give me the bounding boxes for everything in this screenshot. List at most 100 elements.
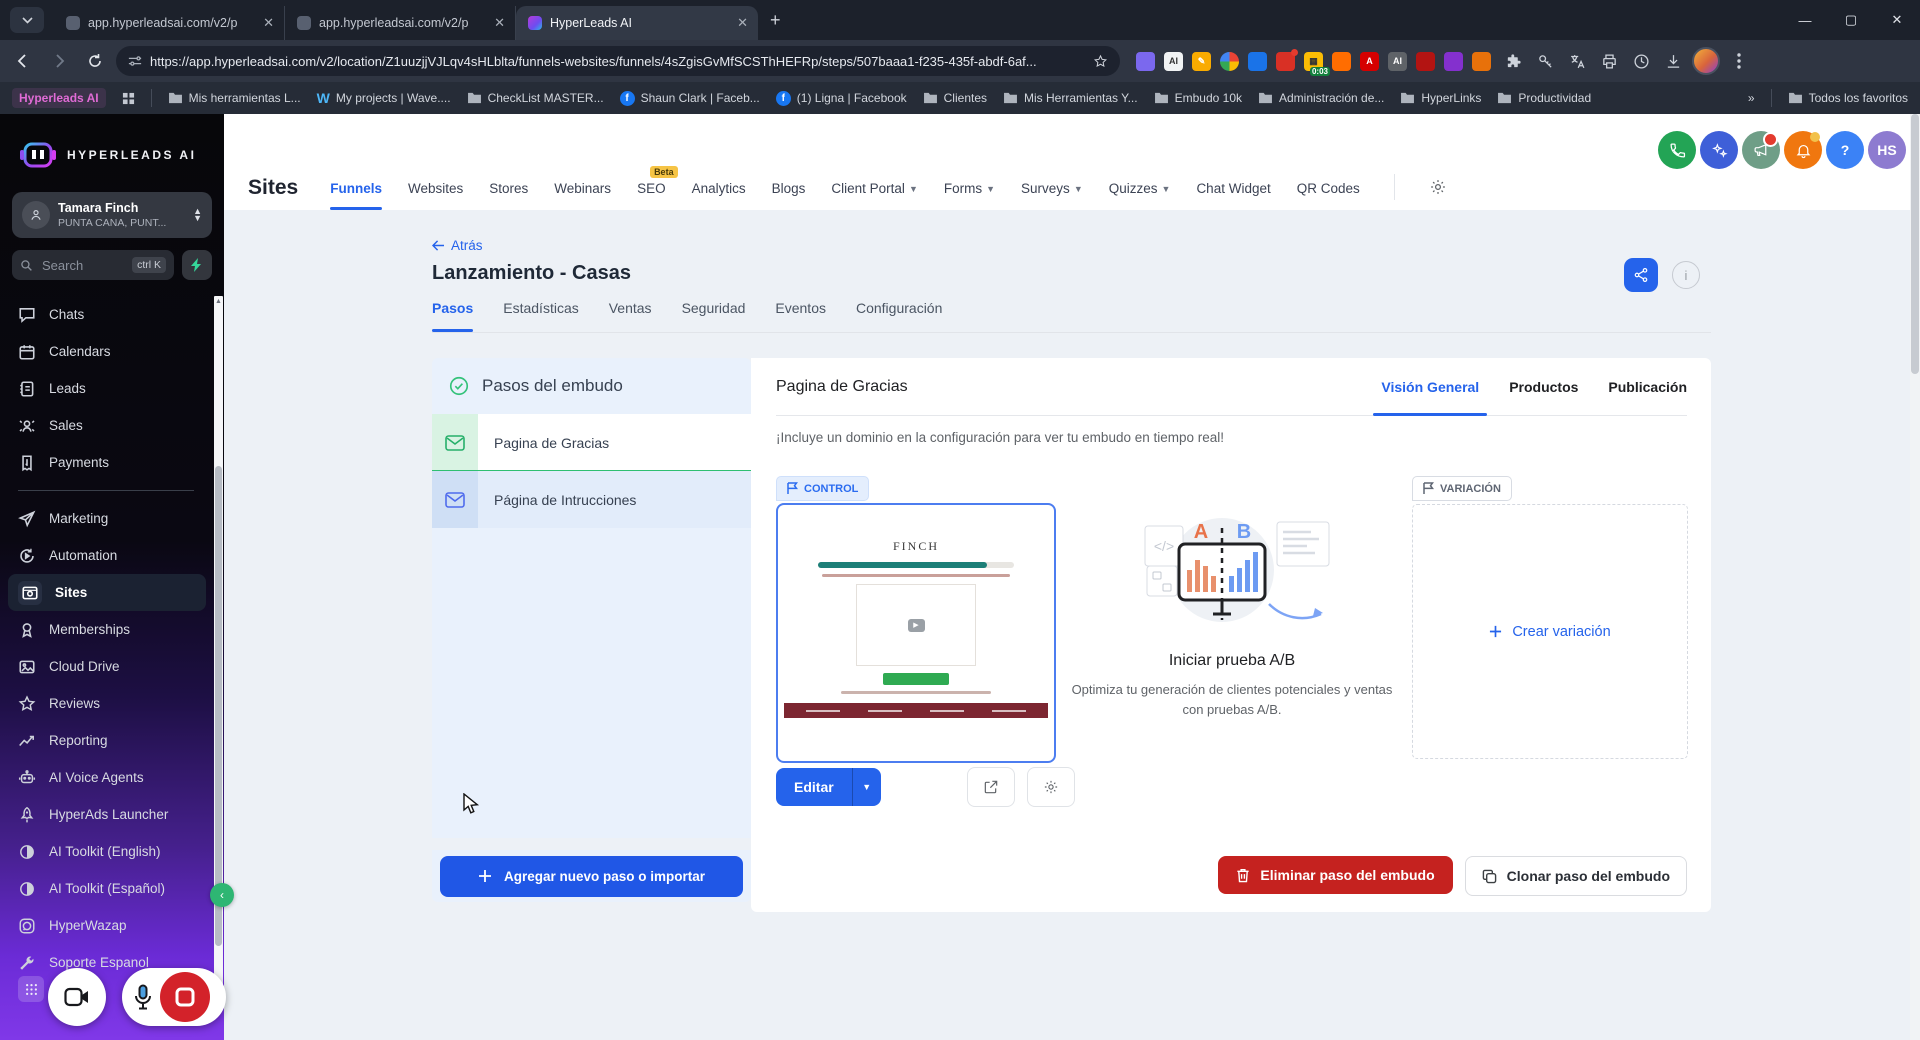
scroll-up-icon[interactable]: ▲: [214, 298, 223, 305]
edit-dropdown-caret[interactable]: ▼: [852, 768, 881, 806]
bookmark-item[interactable]: Mis Herramientas Y...: [1003, 91, 1138, 105]
sidebar-item-sites[interactable]: Sites: [8, 574, 206, 611]
tab-analytics[interactable]: Analytics: [692, 181, 746, 200]
browser-tab-1[interactable]: app.hyperleadsai.com/v2/previe ✕: [54, 6, 285, 40]
extension-icon[interactable]: A: [1360, 52, 1379, 71]
extension-icon[interactable]: [1332, 52, 1351, 71]
sidebar-item-ai-voice-agents[interactable]: AI Voice Agents: [0, 759, 212, 796]
bookmark-item[interactable]: CheckList MASTER...: [467, 91, 604, 105]
browser-profile-avatar[interactable]: [1692, 47, 1720, 75]
all-favorites[interactable]: Todos los favoritos: [1788, 91, 1908, 105]
scrollbar-thumb[interactable]: [215, 466, 222, 946]
extension-icon[interactable]: [1220, 52, 1239, 71]
sidebar-item-marketing[interactable]: Marketing: [0, 500, 212, 537]
back-icon[interactable]: [8, 46, 38, 76]
bookmark-item[interactable]: Administración de...: [1258, 91, 1384, 105]
tab-estadisticas[interactable]: Estadísticas: [503, 300, 578, 332]
sidebar-item-hyperwazap[interactable]: HyperWazap: [0, 907, 212, 944]
tab-publicacion[interactable]: Publicación: [1608, 358, 1687, 415]
microphone-icon[interactable]: [134, 984, 152, 1010]
sidebar-item-reviews[interactable]: Reviews: [0, 685, 212, 722]
step-item-pagina-de-gracias[interactable]: Pagina de Gracias: [432, 414, 751, 471]
sidebar-item-hyperads-launcher[interactable]: HyperAds Launcher: [0, 796, 212, 833]
notifications-button[interactable]: [1784, 131, 1822, 169]
info-button[interactable]: i: [1672, 261, 1700, 289]
extension-icon[interactable]: [1136, 52, 1155, 71]
tab-chat-widget[interactable]: Chat Widget: [1196, 181, 1270, 200]
print-icon[interactable]: [1596, 48, 1622, 74]
search-input[interactable]: [40, 257, 114, 274]
announcements-button[interactable]: [1742, 131, 1780, 169]
extension-icon[interactable]: ✎: [1192, 52, 1211, 71]
tab-forms[interactable]: Forms▼: [944, 181, 995, 200]
step-item-pagina-de-intrucciones[interactable]: Página de Intrucciones: [432, 471, 751, 528]
edit-button[interactable]: Editar: [776, 768, 852, 806]
extensions-puzzle-icon[interactable]: [1500, 48, 1526, 74]
sidebar-item-calendars[interactable]: Calendars: [0, 333, 212, 370]
tab-surveys[interactable]: Surveys▼: [1021, 181, 1083, 200]
sidebar-item-automation[interactable]: Automation: [0, 537, 212, 574]
bookmark-item[interactable]: HyperLinks: [1400, 91, 1481, 105]
tab-stores[interactable]: Stores: [489, 181, 528, 200]
control-page-preview[interactable]: FINCH ▶: [776, 503, 1056, 763]
bookmark-item[interactable]: Embudo 10k: [1154, 91, 1242, 105]
minimize-button[interactable]: —: [1782, 0, 1828, 40]
tab-websites[interactable]: Websites: [408, 181, 463, 200]
browser-tab-active[interactable]: HyperLeads AI ✕: [516, 6, 758, 40]
tab-productos[interactable]: Productos: [1509, 358, 1578, 415]
tab-ventas[interactable]: Ventas: [609, 300, 652, 332]
sidebar-item-ai-toolkit-espanol[interactable]: AI Toolkit (Español): [0, 870, 212, 907]
back-link[interactable]: Atrás: [432, 238, 483, 253]
extension-icon[interactable]: ▦0:03: [1304, 52, 1323, 71]
account-switcher[interactable]: Tamara Finch PUNTA CANA, PUNT... ▲▼: [12, 192, 212, 238]
maximize-button[interactable]: ▢: [1828, 0, 1874, 40]
tab-vision-general[interactable]: Visión General: [1381, 358, 1479, 415]
bookmark-item[interactable]: Mis herramientas L...: [168, 91, 301, 105]
extension-icon[interactable]: [1276, 52, 1295, 71]
tab-pasos[interactable]: Pasos: [432, 300, 473, 332]
extension-icon[interactable]: [1416, 52, 1435, 71]
step-settings-button[interactable]: [1027, 767, 1075, 807]
tab-seguridad[interactable]: Seguridad: [682, 300, 746, 332]
bookmark-item[interactable]: Clientes: [923, 91, 987, 105]
forward-icon[interactable]: [44, 46, 74, 76]
menu-kebab-icon[interactable]: [1726, 48, 1752, 74]
browser-tab-2[interactable]: app.hyperleadsai.com/v2/previe ✕: [285, 6, 516, 40]
bookmark-item[interactable]: W My projects | Wave....: [317, 90, 451, 106]
profile-chip[interactable]: HS: [1868, 131, 1906, 169]
camera-widget-button[interactable]: [48, 968, 106, 1026]
help-button[interactable]: ?: [1826, 131, 1864, 169]
extension-icon[interactable]: AI: [1164, 52, 1183, 71]
tab-webinars[interactable]: Webinars: [554, 181, 611, 200]
delete-step-button[interactable]: Eliminar paso del embudo: [1218, 856, 1452, 894]
tab-qr-codes[interactable]: QR Codes: [1297, 181, 1360, 200]
tab-client-portal[interactable]: Client Portal▼: [831, 181, 917, 200]
bookmark-star-icon[interactable]: [1093, 54, 1108, 69]
new-tab-button[interactable]: +: [770, 10, 781, 31]
sidebar-item-memberships[interactable]: Memberships: [0, 611, 212, 648]
close-button[interactable]: ✕: [1874, 0, 1920, 40]
bookmarks-overflow-chevron[interactable]: »: [1748, 91, 1755, 105]
sites-settings-gear[interactable]: [1429, 178, 1447, 200]
page-scrollbar[interactable]: [1910, 114, 1920, 1040]
reload-icon[interactable]: [80, 46, 110, 76]
extension-icon[interactable]: [1248, 52, 1267, 71]
tab-close-icon[interactable]: ✕: [494, 15, 505, 31]
sidebar-item-chats[interactable]: Chats: [0, 296, 212, 333]
bookmark-item[interactable]: Productividad: [1497, 91, 1591, 105]
translate-icon[interactable]: [1564, 48, 1590, 74]
extension-icon[interactable]: [1444, 52, 1463, 71]
sidebar-item-sales[interactable]: Sales: [0, 407, 212, 444]
edit-split-button[interactable]: Editar ▼: [776, 768, 881, 806]
extension-icon[interactable]: AI: [1388, 52, 1407, 71]
bookmark-item[interactable]: f (1) Ligna | Facebook: [776, 91, 907, 106]
share-button[interactable]: [1624, 258, 1658, 292]
url-bar[interactable]: https://app.hyperleadsai.com/v2/location…: [116, 46, 1120, 76]
tab-close-icon[interactable]: ✕: [263, 15, 274, 31]
variation-dropzone[interactable]: Crear variación: [1412, 504, 1688, 759]
sidebar-item-reporting[interactable]: Reporting: [0, 722, 212, 759]
sidebar-collapse-button[interactable]: ‹: [210, 883, 234, 907]
phone-button[interactable]: [1658, 131, 1696, 169]
clone-step-button[interactable]: Clonar paso del embudo: [1465, 856, 1687, 896]
bookmark-item[interactable]: f Shaun Clark | Faceb...: [620, 91, 760, 106]
